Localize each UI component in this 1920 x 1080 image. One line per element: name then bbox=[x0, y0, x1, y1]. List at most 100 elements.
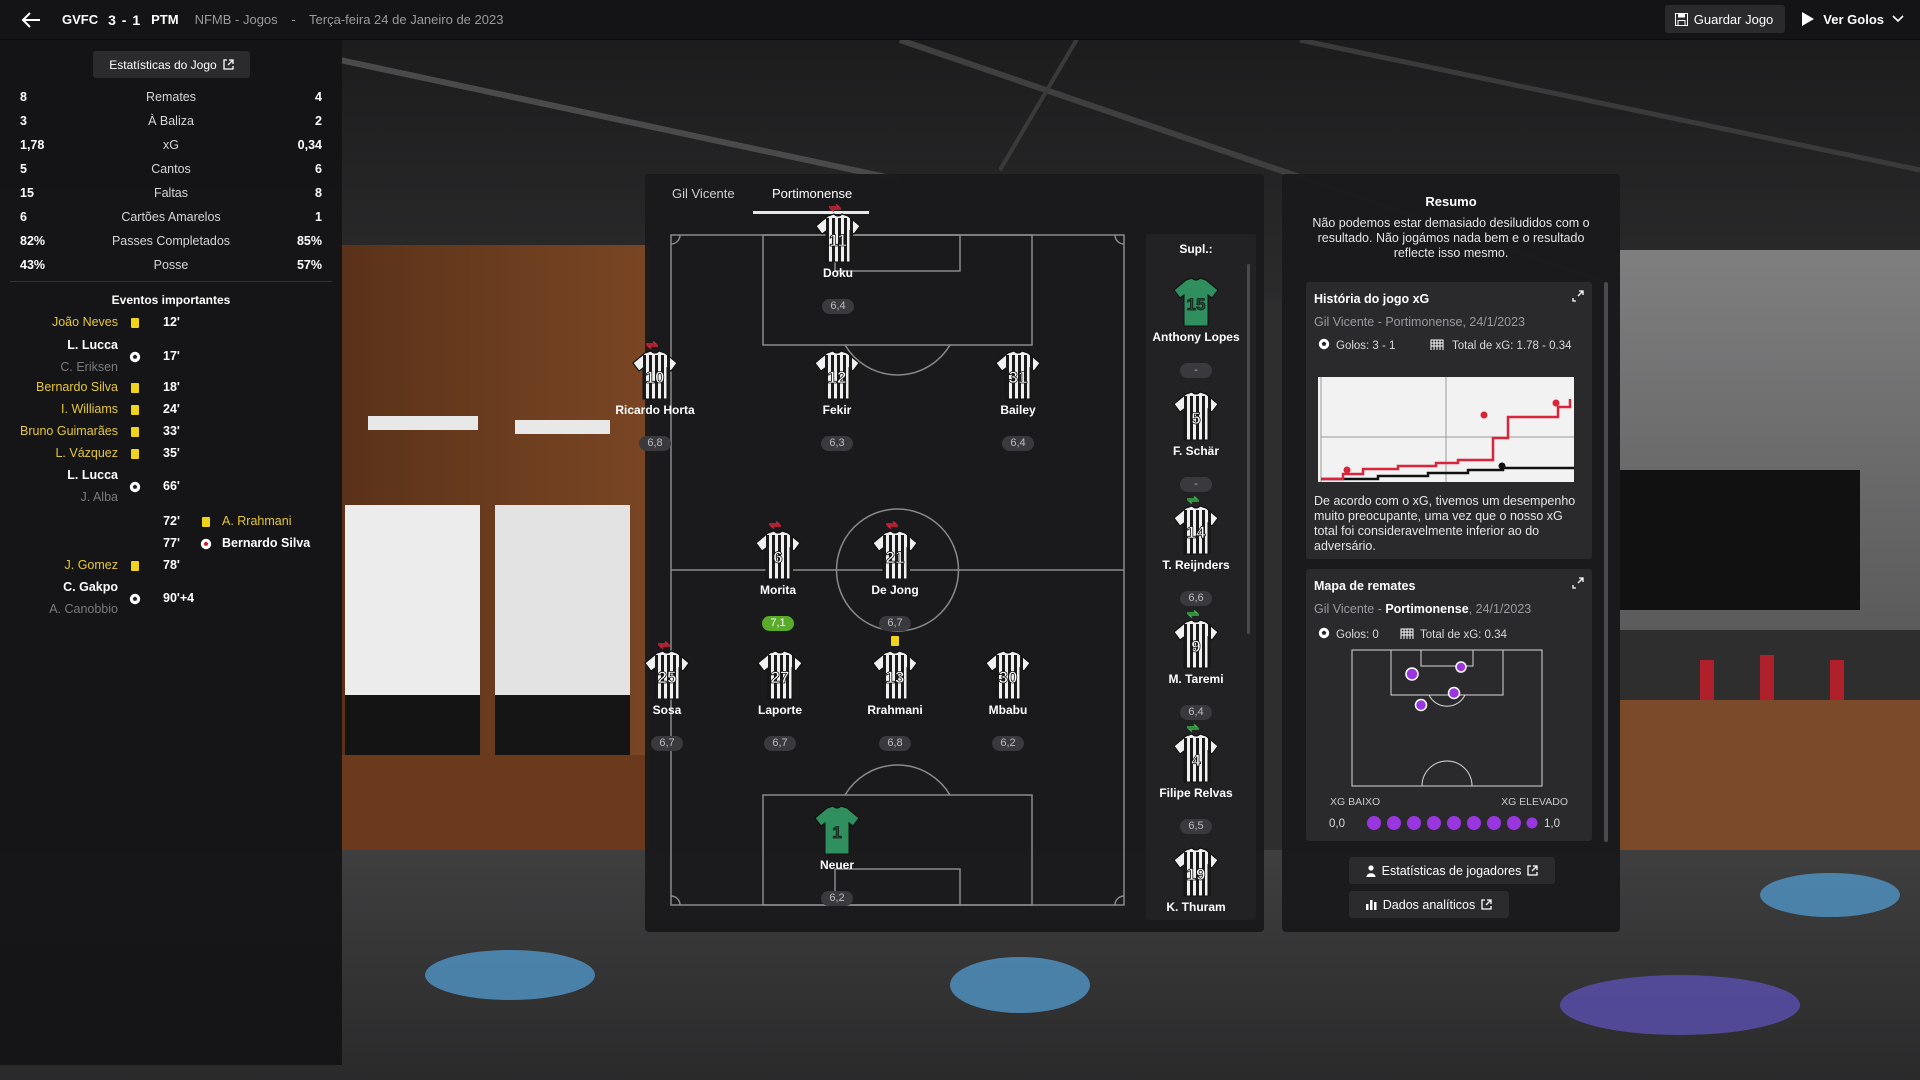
player-rating: 6,7 bbox=[651, 736, 683, 751]
event-assist[interactable]: C. Eriksen bbox=[0, 360, 118, 374]
tab-gil-vicente[interactable]: Gil Vicente bbox=[672, 186, 735, 201]
substitute-marker[interactable]: 19 K. Thuram bbox=[1146, 846, 1256, 914]
xg-story-card[interactable]: História do jogo xG Gil Vicente - Portim… bbox=[1306, 282, 1592, 559]
substitute-name: Filipe Relvas bbox=[1159, 786, 1233, 800]
player-name: De Jong bbox=[871, 583, 919, 597]
substitute-name: T. Reijnders bbox=[1162, 558, 1230, 572]
substitute-marker[interactable]: 9 M. Taremi 6,4 bbox=[1146, 610, 1256, 720]
player-shirt-icon: 14 bbox=[1173, 505, 1219, 555]
player-rating: 6,7 bbox=[764, 736, 796, 751]
goal-net-icon bbox=[1400, 628, 1414, 639]
substitution-arrow-icon bbox=[1187, 610, 1199, 618]
goal-ball-icon bbox=[129, 593, 141, 605]
substitution-arrow-icon bbox=[658, 641, 670, 649]
expand-icon[interactable] bbox=[1572, 290, 1584, 302]
player-marker[interactable]: 12 Fekir 6,3 bbox=[777, 349, 897, 451]
stats-divider bbox=[10, 281, 332, 282]
event-player[interactable]: Bernardo Silva bbox=[222, 536, 310, 550]
competition-link[interactable]: NFMB - Jogos bbox=[195, 12, 278, 27]
player-shirt-icon: 31 bbox=[995, 350, 1041, 400]
event-player[interactable]: Bernardo Silva bbox=[0, 380, 118, 394]
player-marker[interactable]: 25 Sosa 6,7 bbox=[607, 641, 727, 751]
shot-map-card[interactable]: Mapa de remates Gil Vicente - Portimonen… bbox=[1306, 569, 1592, 841]
stat-label: Faltas bbox=[153, 186, 189, 200]
player-marker[interactable]: 11 Doku 6,4 bbox=[778, 204, 898, 314]
match-stats-button[interactable]: Estatísticas do Jogo bbox=[93, 51, 250, 78]
player-shirt-icon: 11 bbox=[815, 213, 861, 263]
player-marker[interactable]: 27 Laporte 6,7 bbox=[720, 649, 840, 751]
xg-scale-legend bbox=[1367, 816, 1538, 830]
stat-row: 8 Remates 4 bbox=[0, 86, 342, 110]
player-marker[interactable]: 6 Morita 7,1 bbox=[718, 521, 838, 631]
event-player[interactable]: J. Gomez bbox=[0, 558, 119, 572]
event-player[interactable]: I. Williams bbox=[0, 402, 118, 416]
summary-scrollbar[interactable] bbox=[1604, 282, 1608, 842]
expand-icon[interactable] bbox=[1572, 577, 1584, 589]
event-player[interactable]: L. Lucca bbox=[0, 468, 118, 482]
player-stats-button[interactable]: Estatísticas de jogadores bbox=[1349, 857, 1555, 884]
player-shirt-icon: 12 bbox=[814, 350, 860, 400]
svg-text:15: 15 bbox=[1187, 295, 1206, 314]
stat-away-value: 8 bbox=[315, 186, 322, 200]
player-shirt-icon: 21 bbox=[872, 530, 918, 580]
player-marker[interactable]: 31 Bailey 6,4 bbox=[958, 349, 1078, 451]
xg-scale-max: 1,0 bbox=[1544, 818, 1560, 830]
player-marker[interactable]: 30 Mbabu 6,2 bbox=[948, 649, 1068, 751]
tab-portimonense[interactable]: Portimonense bbox=[772, 186, 852, 201]
substitutes-title: Supl.: bbox=[1179, 242, 1213, 256]
svg-text:27: 27 bbox=[771, 668, 790, 687]
yellow-card-icon bbox=[891, 636, 899, 646]
substitute-marker[interactable]: 4 Filipe Relvas 6,5 bbox=[1146, 724, 1256, 834]
event-player[interactable]: C. Gakpo bbox=[0, 580, 118, 594]
stat-away-value: 1 bbox=[315, 210, 322, 224]
player-marker[interactable]: 21 De Jong 6,7 bbox=[835, 521, 955, 646]
back-arrow-icon[interactable] bbox=[0, 0, 62, 40]
bar-chart-icon bbox=[1365, 900, 1377, 910]
substitute-marker[interactable]: 14 T. Reijnders 6,6 bbox=[1146, 496, 1256, 606]
stat-row: 1,78 xG 0,34 bbox=[0, 134, 342, 158]
match-date: Terça-feira 24 de Janeiro de 2023 bbox=[309, 12, 504, 27]
external-link-icon bbox=[1527, 865, 1538, 876]
svg-text:21: 21 bbox=[886, 548, 905, 567]
save-game-button[interactable]: Guardar Jogo bbox=[1664, 5, 1786, 33]
shot-map-subtitle: Gil Vicente - Portimonense, 24/1/2023 bbox=[1314, 602, 1531, 616]
player-marker[interactable]: 10 Ricardo Horta 6,8 bbox=[595, 341, 715, 451]
stat-row: 43% Posse 57% bbox=[0, 254, 342, 278]
shot-map-pitch bbox=[1351, 649, 1543, 787]
xg-total-label: Total de xG: 1.78 - 0.34 bbox=[1452, 340, 1572, 352]
analytics-label: Dados analíticos bbox=[1382, 897, 1476, 912]
summary-title: Resumo bbox=[1425, 194, 1477, 209]
event-player[interactable]: L. Lucca bbox=[0, 338, 118, 352]
event-player[interactable]: L. Vázquez bbox=[0, 446, 118, 460]
event-assist[interactable]: A. Canobbio bbox=[0, 602, 118, 616]
watch-goals-button[interactable]: Ver Golos bbox=[1795, 5, 1910, 33]
player-shirt-icon: 9 bbox=[1173, 619, 1219, 669]
save-game-label: Guardar Jogo bbox=[1693, 11, 1774, 27]
svg-text:19: 19 bbox=[1187, 865, 1206, 884]
svg-text:13: 13 bbox=[886, 668, 905, 687]
svg-text:14: 14 bbox=[1187, 523, 1206, 542]
breadcrumb: NFMB - Jogos - Terça-feira 24 de Janeiro… bbox=[195, 12, 504, 27]
football-icon bbox=[1318, 338, 1330, 350]
stat-label: Cantos bbox=[151, 162, 191, 176]
player-shirt-icon: 10 bbox=[632, 350, 678, 400]
goalkeeper-shirt-icon: 1 bbox=[814, 805, 860, 855]
event-player[interactable]: Bruno Guimarães bbox=[0, 424, 118, 438]
event-assist[interactable]: J. Alba bbox=[0, 490, 118, 504]
stat-away-value: 4 bbox=[315, 90, 322, 104]
shot-map-title: Mapa de remates bbox=[1314, 579, 1416, 593]
event-player[interactable]: A. Rrahmani bbox=[222, 514, 291, 528]
stat-label: Posse bbox=[153, 258, 189, 272]
events-title: Eventos importantes bbox=[111, 293, 231, 307]
chevron-down-icon[interactable] bbox=[1892, 15, 1904, 23]
substitute-marker[interactable]: 5 F. Schär - bbox=[1146, 390, 1256, 492]
substitution-arrow-icon bbox=[1187, 496, 1199, 504]
substitute-name: K. Thuram bbox=[1166, 900, 1226, 914]
analytics-button[interactable]: Dados analíticos bbox=[1349, 891, 1509, 918]
player-marker[interactable]: 13 Rrahmani 6,8 bbox=[835, 649, 955, 751]
stat-label: Cartões Amarelos bbox=[121, 210, 221, 224]
player-marker[interactable]: 1 Neuer 6,2 bbox=[777, 804, 897, 906]
substitute-marker[interactable]: 15 Anthony Lopes - bbox=[1146, 276, 1256, 378]
breadcrumb-separator: - bbox=[291, 12, 296, 27]
event-player[interactable]: João Neves bbox=[0, 315, 118, 329]
